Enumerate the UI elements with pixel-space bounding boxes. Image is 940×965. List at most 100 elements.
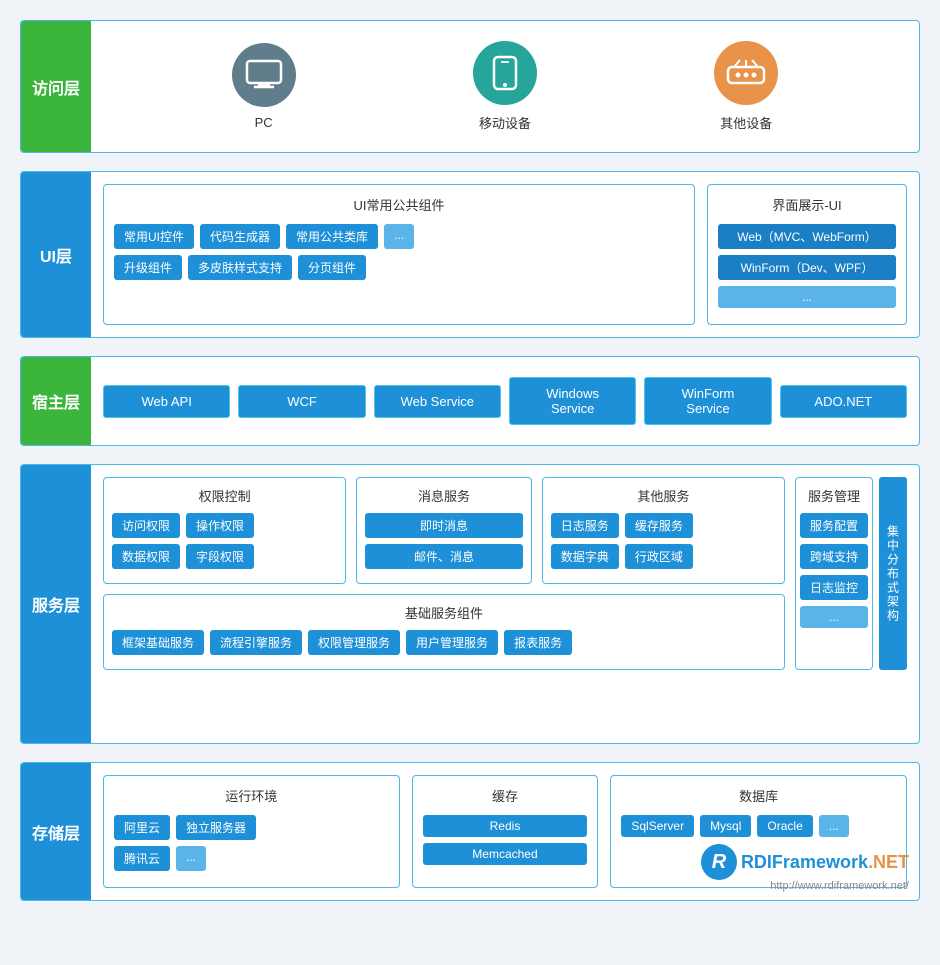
distributed-label: 集中分布式架构 (879, 477, 907, 670)
base-service-box: 基础服务组件 框架基础服务 流程引擎服务 权限管理服务 用户管理服务 报表服务 (103, 594, 785, 670)
service-right: 服务管理 服务配置 跨域支持 日志监控 ... 集中分布式架构 (795, 477, 907, 670)
tag-memcached: Memcached (423, 843, 588, 865)
ui-row2: 升级组件 多皮肤样式支持 分页组件 (114, 255, 684, 280)
storage-layer-label: 存储层 (21, 763, 91, 900)
service-sections: 权限控制 访问权限 操作权限 数据权限 字段权限 消息服务 (103, 477, 907, 670)
cache-row1: Redis (423, 815, 588, 837)
ui-display-row2: WinForm（Dev、WPF） (718, 255, 896, 280)
tag-paging: 分页组件 (298, 255, 366, 280)
tag-skin: 多皮肤样式支持 (188, 255, 292, 280)
ui-common-components: UI常用公共组件 常用UI控件 代码生成器 常用公共类库 ... 升级组件 多皮… (103, 184, 695, 325)
msg-row1: 即时消息 (365, 513, 523, 538)
mobile-icon (473, 41, 537, 105)
ui-layer-content: UI常用公共组件 常用UI控件 代码生成器 常用公共类库 ... 升级组件 多皮… (91, 172, 919, 337)
message-box: 消息服务 即时消息 邮件、消息 (356, 477, 532, 584)
db-row1: SqlServer Mysql Oracle ... (621, 815, 896, 837)
tag-oracle: Oracle (757, 815, 812, 837)
runtime-title: 运行环境 (114, 786, 389, 805)
ui-layer: UI层 UI常用公共组件 常用UI控件 代码生成器 常用公共类库 ... 升级组… (20, 171, 920, 338)
tag-ui-more: ... (718, 286, 896, 308)
msg-row2: 邮件、消息 (365, 544, 523, 569)
service-main: 权限控制 访问权限 操作权限 数据权限 字段权限 消息服务 (103, 477, 785, 670)
ui-display-row1: Web（MVC、WebForm） (718, 224, 896, 249)
access-icons: PC 移动设备 (103, 33, 907, 140)
pc-icon (232, 43, 296, 107)
tag-field-perm: 字段权限 (186, 544, 254, 569)
watermark-brand: RDIFramework.NET (741, 852, 909, 873)
watermark-r: R (701, 844, 737, 880)
perm-row1: 访问权限 操作权限 (112, 513, 337, 538)
access-pc: PC (232, 43, 296, 130)
tag-user-mgmt: 用户管理服务 (406, 630, 498, 655)
service-layer-content: 权限控制 访问权限 操作权限 数据权限 字段权限 消息服务 (91, 465, 919, 743)
access-layer: 访问层 PC (20, 20, 920, 153)
tag-tencent: 腾讯云 (114, 846, 170, 871)
host-layer-content: Web API WCF Web Service Windows Service … (91, 357, 919, 445)
mobile-label: 移动设备 (479, 113, 531, 132)
ui-display-title: 界面展示-UI (718, 195, 896, 214)
service-layer-label: 服务层 (21, 465, 91, 743)
host-items: Web API WCF Web Service Windows Service … (103, 369, 907, 433)
service-mgmt-box: 服务管理 服务配置 跨域支持 日志监控 ... (795, 477, 873, 670)
watermark-url: http://www.rdiframework.net/ (770, 880, 909, 892)
storage-layer: 存储层 运行环境 阿里云 独立服务器 腾讯云 ... 缓存 Redis (20, 762, 920, 901)
access-mobile: 移动设备 (473, 41, 537, 132)
cache-row2: Memcached (423, 843, 588, 865)
host-wcf: WCF (238, 385, 365, 418)
tag-log-svc: 日志服务 (551, 513, 619, 538)
service-layer: 服务层 权限控制 访问权限 操作权限 数据权限 字段权限 (20, 464, 920, 744)
other-services-title: 其他服务 (551, 486, 776, 505)
tag-winform: WinForm（Dev、WPF） (718, 255, 896, 280)
ui-display-row3: ... (718, 286, 896, 308)
tag-flow-engine: 流程引擎服务 (210, 630, 302, 655)
pc-label: PC (255, 115, 273, 130)
ui-display: 界面展示-UI Web（MVC、WebForm） WinForm（Dev、WPF… (707, 184, 907, 325)
runtime-row2: 腾讯云 ... (114, 846, 389, 871)
tag-db-more: ... (819, 815, 849, 837)
service-top: 权限控制 访问权限 操作权限 数据权限 字段权限 消息服务 (103, 477, 785, 584)
tag-ui-controls: 常用UI控件 (114, 224, 194, 249)
tag-region: 行政区域 (625, 544, 693, 569)
storage-layer-content: 运行环境 阿里云 独立服务器 腾讯云 ... 缓存 Redis Memcache… (91, 763, 919, 900)
host-winservice: Windows Service (509, 377, 636, 425)
tag-email-msg: 邮件、消息 (365, 544, 523, 569)
access-layer-content: PC 移动设备 (91, 21, 919, 152)
tag-instant-msg: 即时消息 (365, 513, 523, 538)
smgmt-row2: 跨域支持 (800, 544, 868, 569)
ui-sections: UI常用公共组件 常用UI控件 代码生成器 常用公共类库 ... 升级组件 多皮… (103, 184, 907, 325)
permissions-title: 权限控制 (112, 486, 337, 505)
permissions-box: 权限控制 访问权限 操作权限 数据权限 字段权限 (103, 477, 346, 584)
smgmt-row4: ... (800, 606, 868, 628)
cache-title: 缓存 (423, 786, 588, 805)
tag-data-perm: 数据权限 (112, 544, 180, 569)
tag-code-gen: 代码生成器 (200, 224, 280, 249)
database-title: 数据库 (621, 786, 896, 805)
host-layer: 宿主层 Web API WCF Web Service Windows Serv… (20, 356, 920, 446)
tag-upgrade: 升级组件 (114, 255, 182, 280)
tag-mysql: Mysql (700, 815, 751, 837)
other-label: 其他设备 (720, 113, 772, 132)
ui-common-title: UI常用公共组件 (114, 195, 684, 214)
tag-web-mvc: Web（MVC、WebForm） (718, 224, 896, 249)
host-webservice: Web Service (374, 385, 501, 418)
tag-standalone: 独立服务器 (176, 815, 256, 840)
tag-common-lib: 常用公共类库 (286, 224, 378, 249)
tag-cache-svc: 缓存服务 (625, 513, 693, 538)
tag-runtime-more: ... (176, 846, 206, 871)
host-layer-label: 宿主层 (21, 357, 91, 445)
tag-svc-more: ... (800, 606, 868, 628)
cache-box: 缓存 Redis Memcached (412, 775, 599, 888)
other-services-box: 其他服务 日志服务 缓存服务 数据字典 行政区域 (542, 477, 785, 584)
tag-cors: 跨域支持 (800, 544, 868, 569)
tag-redis: Redis (423, 815, 588, 837)
tag-op-perm: 操作权限 (186, 513, 254, 538)
tag-frame-base: 框架基础服务 (112, 630, 204, 655)
ui-row1: 常用UI控件 代码生成器 常用公共类库 ... (114, 224, 684, 249)
ui-layer-label: UI层 (21, 172, 91, 337)
other-icon (714, 41, 778, 105)
host-adonet: ADO.NET (780, 385, 907, 418)
tag-sqlserver: SqlServer (621, 815, 694, 837)
service-mgmt-title: 服务管理 (800, 486, 868, 505)
other-row1: 日志服务 缓存服务 (551, 513, 776, 538)
tag-log-monitor: 日志监控 (800, 575, 868, 600)
